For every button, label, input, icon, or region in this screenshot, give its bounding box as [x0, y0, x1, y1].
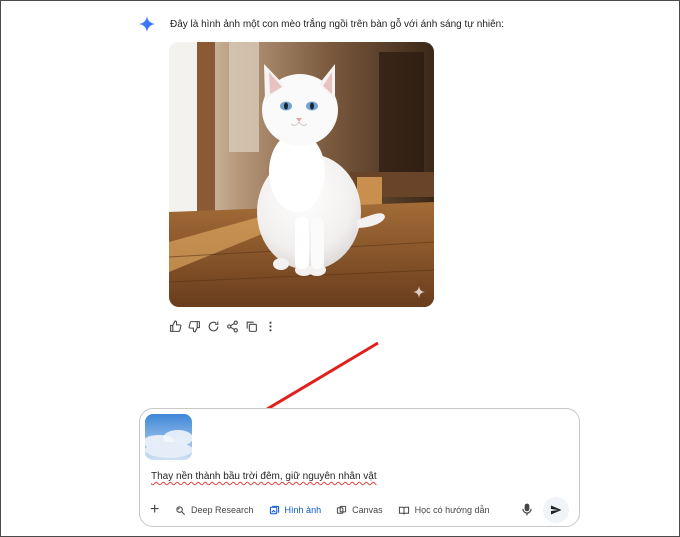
input-toolbar: + Deep Research Hình ảnh Canvas Học có h… — [150, 497, 569, 523]
image-icon — [269, 505, 279, 514]
plus-icon[interactable]: + — [150, 502, 162, 518]
guided-learning-label: Học có hướng dẫn — [414, 505, 490, 515]
deep-research-icon — [176, 505, 185, 515]
guided-learning-button[interactable]: Học có hướng dẫn — [398, 505, 490, 516]
image-button[interactable]: Hình ảnh — [269, 505, 322, 516]
prompt-input-card[interactable]: Thay nền thành bầu trời đêm, giữ nguyên … — [139, 408, 580, 527]
deep-research-button[interactable]: Deep Research — [175, 505, 254, 516]
prompt-text[interactable]: Thay nền thành bầu trời đêm, giữ nguyên … — [151, 471, 377, 482]
book-icon — [398, 506, 409, 514]
canvas-label: Canvas — [352, 505, 383, 515]
deep-research-label: Deep Research — [191, 505, 254, 515]
canvas-icon — [336, 505, 347, 514]
send-button[interactable] — [543, 497, 569, 523]
image-label: Hình ảnh — [284, 505, 322, 515]
attached-sky-thumbnail[interactable] — [145, 414, 192, 460]
canvas-button[interactable]: Canvas — [336, 505, 383, 516]
microphone-icon[interactable] — [522, 503, 532, 518]
send-icon — [551, 505, 562, 515]
